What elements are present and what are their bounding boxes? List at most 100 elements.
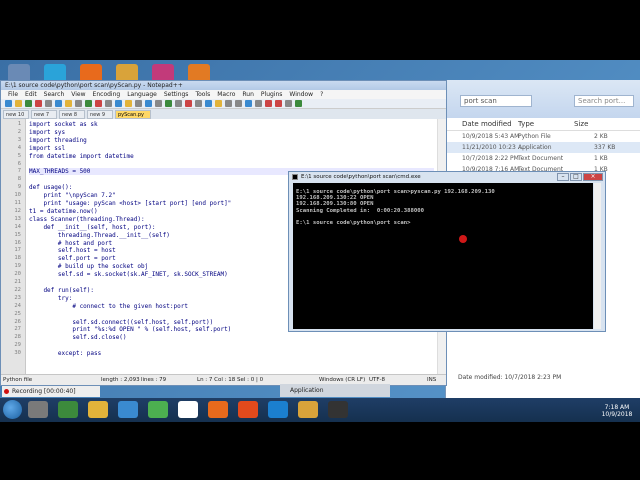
close-icon[interactable]: × [583,173,603,181]
file-row[interactable]: 10/9/2018 5:43 AM Python File 2 KB [446,131,640,142]
menu-item[interactable]: View [71,91,85,98]
toolbar-button-icon[interactable] [205,100,212,107]
code-line: print "%s:%d OPEN " % (self.host, self.p… [29,326,232,334]
menu-item[interactable]: Edit [25,91,37,98]
taskbar-app-icon[interactable] [118,401,138,418]
toolbar-button-icon[interactable] [5,100,12,107]
line-number: 8 [17,176,21,183]
toolbar-button-icon[interactable] [215,100,222,107]
cmd-scrollbar[interactable] [594,183,601,329]
toolbar-button-icon[interactable] [75,100,82,107]
toolbar-button-icon[interactable] [55,100,62,107]
taskbar-app-icon[interactable] [328,401,348,418]
menu-item[interactable]: Language [127,91,157,98]
editor-tab[interactable]: new 8 [59,110,85,119]
taskbar-app-icon[interactable] [208,401,228,418]
menu-item[interactable]: Settings [164,91,189,98]
editor-tab[interactable]: pyScan.py [115,110,151,119]
toolbar-button-icon[interactable] [15,100,22,107]
status-eol[interactable]: Windows (CR LF) [319,377,365,383]
code-line: # build up the socket obj [29,263,149,271]
cmd-title-bar[interactable]: E:\1 source code\python\port scan\cmd.ex… [289,172,605,182]
taskbar-app-icon[interactable] [148,401,168,418]
toolbar-button-icon[interactable] [35,100,42,107]
line-number: 1 [17,121,21,127]
toolbar-button-icon[interactable] [165,100,172,107]
toolbar-button-icon[interactable] [25,100,32,107]
menu-item[interactable]: Search [44,91,65,98]
editor-tab[interactable]: new 7 [31,110,57,119]
start-button[interactable] [3,400,22,419]
toolbar-button-icon[interactable] [195,100,202,107]
menu-item[interactable]: ? [320,91,323,98]
toolbar-button-icon[interactable] [285,100,292,107]
explorer-search-input[interactable]: Search port... [574,95,634,107]
taskbar [0,398,640,422]
explorer-address[interactable]: port scan [460,95,532,107]
menu-item[interactable]: Macro [217,91,235,98]
cmd-console[interactable]: E:\1 source code\python\port scan>pyscan… [293,183,593,329]
toolbar-button-icon[interactable] [295,100,302,107]
toolbar-button-icon[interactable] [45,100,52,107]
letterbox-top [0,0,640,60]
toolbar-button-icon[interactable] [245,100,252,107]
file-size: 337 KB [594,144,616,151]
toolbar-button-icon[interactable] [105,100,112,107]
explorer-toolbar: port scan Search port... [446,80,640,118]
menu-item[interactable]: Window [289,91,313,98]
toolbar-button-icon[interactable] [225,100,232,107]
file-row[interactable]: 10/7/2018 2:22 PM Text Document 1 KB [446,153,640,164]
taskbar-app-icon[interactable] [28,401,48,418]
toolbar-button-icon[interactable] [85,100,92,107]
column-date-modified[interactable]: Date modified [462,120,512,128]
minimize-icon[interactable]: – [557,173,569,181]
column-type[interactable]: Type [518,120,534,128]
file-row[interactable]: 11/21/2010 10:23 ... Application 337 KB [446,142,640,153]
recording-indicator[interactable]: Recording [00:00:40] [2,386,100,397]
menu-item[interactable]: File [8,91,18,98]
system-clock[interactable]: 7:18 AM 10/9/2018 [597,404,637,418]
menu-item[interactable]: Plugins [261,91,283,98]
toolbar-button-icon[interactable] [135,100,142,107]
line-number: 5 [17,152,21,159]
toolbar-button-icon[interactable] [155,100,162,107]
taskbar-app-icon[interactable] [268,401,288,418]
notepad-title-bar[interactable]: E:\1 source code\python\port scan\pyScan… [1,81,446,90]
line-number: 11 [14,200,21,206]
taskbar-app-icon[interactable] [88,401,108,418]
line-number: 12 [14,207,21,214]
line-number: 24 [14,302,21,309]
column-size[interactable]: Size [574,120,588,128]
taskbar-app-icon[interactable] [58,401,78,418]
hidden-window-label[interactable]: Application [280,384,390,397]
toolbar-button-icon[interactable] [275,100,282,107]
maximize-icon[interactable]: □ [570,173,582,181]
menu-item[interactable]: Run [242,91,254,98]
toolbar-button-icon[interactable] [65,100,72,107]
toolbar-button-icon[interactable] [115,100,122,107]
taskbar-app-icon[interactable] [238,401,258,418]
toolbar-button-icon[interactable] [255,100,262,107]
line-number: 9 [17,184,21,191]
line-number: 22 [14,286,21,293]
toolbar-button-icon[interactable] [95,100,102,107]
taskbar-app-icon[interactable] [298,401,318,418]
file-type: Application [518,144,552,151]
taskbar-app-icon[interactable] [178,401,198,418]
toolbar-button-icon[interactable] [185,100,192,107]
toolbar-button-icon[interactable] [145,100,152,107]
editor-tab[interactable]: new 9 [87,110,113,119]
toolbar-button-icon[interactable] [175,100,182,107]
toolbar-button-icon[interactable] [235,100,242,107]
mouse-cursor-icon [459,235,467,243]
line-number: 2 [17,128,21,135]
code-line: self.port = port [29,255,116,263]
menu-item[interactable]: Encoding [93,91,121,98]
cmd-window[interactable]: E:\1 source code\python\port scan\cmd.ex… [288,171,606,332]
toolbar-button-icon[interactable] [265,100,272,107]
cmd-icon [292,174,298,180]
status-encoding[interactable]: UTF-8 [369,377,385,383]
toolbar-button-icon[interactable] [125,100,132,107]
editor-tab[interactable]: new 10 [3,110,29,119]
menu-item[interactable]: Tools [195,91,210,98]
